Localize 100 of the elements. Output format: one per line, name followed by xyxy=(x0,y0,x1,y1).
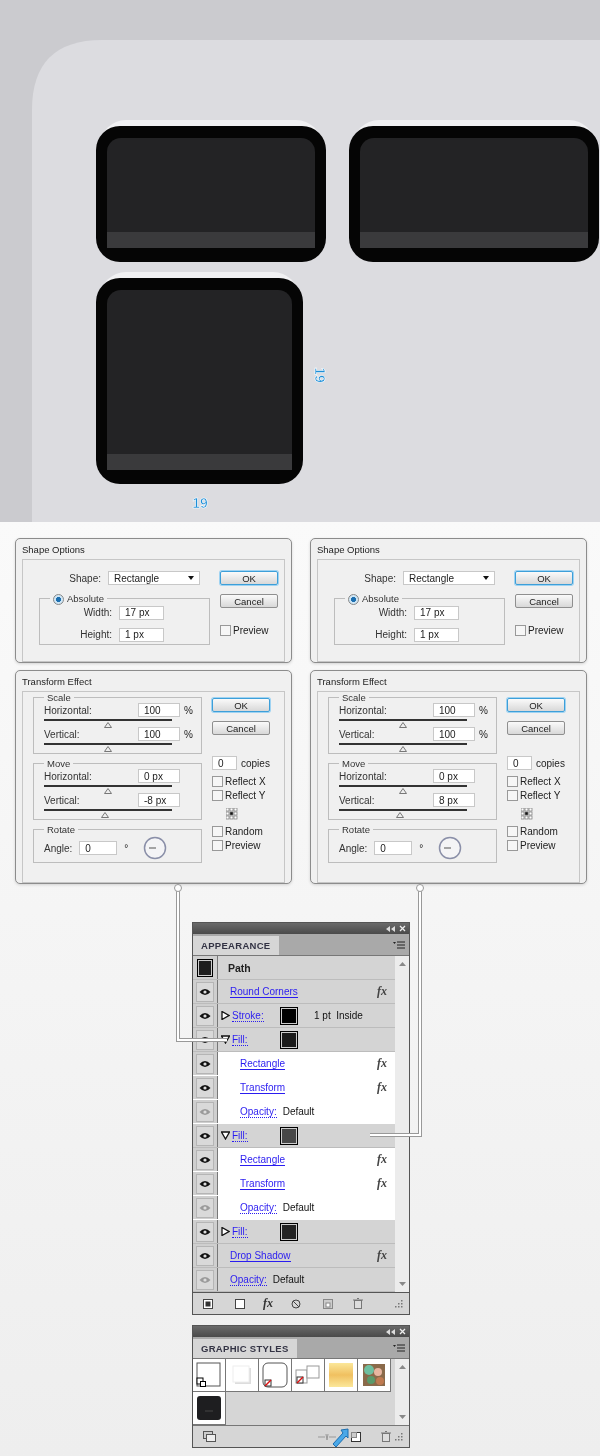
ok-button[interactable]: OK xyxy=(220,571,278,585)
cancel-button[interactable]: Cancel xyxy=(212,721,270,735)
attribute-link[interactable]: Stroke: xyxy=(232,1009,264,1022)
style-swatch[interactable] xyxy=(325,1359,358,1392)
input-field[interactable]: 0 px xyxy=(138,769,180,783)
scroll-down-icon[interactable] xyxy=(398,1282,406,1286)
eye-icon[interactable] xyxy=(199,1083,211,1092)
attribute-link[interactable]: Opacity: xyxy=(240,1105,277,1118)
eye-icon[interactable] xyxy=(199,1131,211,1140)
style-swatch[interactable] xyxy=(358,1359,391,1392)
add-fill-icon[interactable] xyxy=(235,1298,245,1309)
cancel-button[interactable]: Cancel xyxy=(507,721,565,735)
scroll-up-icon[interactable] xyxy=(398,1365,406,1369)
collapse-icon[interactable] xyxy=(386,925,395,932)
style-swatch[interactable] xyxy=(259,1359,292,1392)
scroll-up-icon[interactable] xyxy=(398,962,406,966)
collapse-triangle-icon[interactable] xyxy=(221,1131,230,1140)
attribute-link[interactable]: Opacity: xyxy=(240,1201,277,1214)
color-swatch[interactable] xyxy=(280,1030,298,1049)
angle-dial[interactable] xyxy=(438,836,463,860)
checkbox[interactable]: Reflect X xyxy=(212,776,274,787)
collapse-icon[interactable] xyxy=(386,1328,395,1335)
ok-button[interactable]: OK xyxy=(507,698,565,712)
reference-point-icon[interactable] xyxy=(521,808,533,820)
effect-link[interactable]: Round Corners xyxy=(230,985,298,998)
checkbox[interactable]: Random xyxy=(507,826,569,837)
eye-icon[interactable] xyxy=(199,1011,211,1020)
style-swatch[interactable] xyxy=(193,1392,226,1425)
attribute-link[interactable]: Fill: xyxy=(232,1033,248,1046)
panel-tab[interactable]: GRAPHIC STYLES xyxy=(193,1339,297,1358)
effect-link[interactable]: Rectangle xyxy=(240,1057,286,1070)
new-style-icon[interactable] xyxy=(351,1431,361,1442)
effect-link[interactable]: Transform xyxy=(240,1081,286,1094)
eye-icon[interactable] xyxy=(199,1179,211,1188)
color-swatch[interactable] xyxy=(280,1006,298,1025)
input-field[interactable]: 8 px xyxy=(433,793,475,807)
duplicate-icon[interactable] xyxy=(323,1298,333,1309)
scroll-down-icon[interactable] xyxy=(398,1415,406,1419)
eye-icon[interactable] xyxy=(199,987,211,996)
reference-point-icon[interactable] xyxy=(226,808,238,820)
effect-link[interactable]: Drop Shadow xyxy=(230,1249,291,1262)
input-field[interactable]: 100 xyxy=(138,703,180,717)
input-field[interactable]: 0 xyxy=(212,756,237,770)
input-field[interactable]: 100 xyxy=(433,703,475,717)
eye-icon[interactable] xyxy=(199,1059,211,1068)
style-swatch[interactable] xyxy=(292,1359,325,1392)
shape-dropdown[interactable]: Rectangle xyxy=(403,571,495,585)
panel-tab[interactable]: APPEARANCE xyxy=(193,936,279,955)
clear-icon[interactable] xyxy=(291,1298,301,1309)
expand-triangle-icon[interactable] xyxy=(221,1227,230,1236)
checkbox[interactable]: Preview xyxy=(212,840,274,851)
effect-link[interactable]: Transform xyxy=(240,1177,286,1190)
eye-icon[interactable] xyxy=(199,1227,211,1236)
input-field[interactable]: 17 px xyxy=(414,606,459,620)
effect-link[interactable]: Rectangle xyxy=(240,1153,286,1166)
angle-dial[interactable] xyxy=(143,836,168,860)
radio-button[interactable]: Absolute xyxy=(345,593,402,605)
color-swatch[interactable] xyxy=(280,1222,298,1241)
checkbox[interactable]: Preview xyxy=(220,625,278,636)
eye-icon[interactable] xyxy=(199,1155,211,1164)
input-field[interactable]: 1 px xyxy=(119,628,164,642)
shape-dropdown[interactable]: Rectangle xyxy=(108,571,200,585)
collapse-triangle-icon[interactable] xyxy=(221,1035,230,1044)
checkbox[interactable]: Reflect X xyxy=(507,776,569,787)
checkbox[interactable]: Reflect Y xyxy=(212,790,274,801)
checkbox[interactable]: Preview xyxy=(507,840,569,851)
input-field[interactable]: 0 xyxy=(374,841,413,855)
input-field[interactable]: 100 xyxy=(138,727,180,741)
attribute-link[interactable]: Fill: xyxy=(232,1129,248,1142)
expand-triangle-icon[interactable] xyxy=(221,1011,230,1020)
color-swatch[interactable] xyxy=(280,1126,298,1145)
close-icon[interactable] xyxy=(399,1328,406,1335)
style-swatch[interactable] xyxy=(193,1359,226,1392)
eye-icon[interactable] xyxy=(199,1251,211,1260)
menu-icon[interactable] xyxy=(393,941,405,949)
input-field[interactable]: 0 px xyxy=(433,769,475,783)
ok-button[interactable]: OK xyxy=(515,571,573,585)
ok-button[interactable]: OK xyxy=(212,698,270,712)
trash-icon[interactable] xyxy=(353,1298,363,1309)
cancel-button[interactable]: Cancel xyxy=(220,594,278,608)
attribute-link[interactable]: Opacity: xyxy=(230,1273,267,1286)
checkbox[interactable]: Random xyxy=(212,826,274,837)
checkbox[interactable]: Reflect Y xyxy=(507,790,569,801)
resize-grip-icon[interactable] xyxy=(395,1432,403,1441)
input-field[interactable]: 0 xyxy=(507,756,532,770)
style-swatch[interactable] xyxy=(226,1359,259,1392)
input-field[interactable]: 100 xyxy=(433,727,475,741)
radio-button[interactable]: Absolute xyxy=(50,593,107,605)
checkbox[interactable]: Preview xyxy=(515,625,573,636)
input-field[interactable]: 0 xyxy=(79,841,118,855)
close-icon[interactable] xyxy=(399,925,406,932)
menu-icon[interactable] xyxy=(393,1344,405,1352)
add-stroke-icon[interactable] xyxy=(203,1298,213,1309)
color-swatch[interactable] xyxy=(197,958,213,977)
attribute-link[interactable]: Fill: xyxy=(232,1225,248,1238)
library-icon[interactable] xyxy=(203,1430,217,1443)
add-effect-button[interactable]: fx xyxy=(263,1296,273,1311)
cancel-button[interactable]: Cancel xyxy=(515,594,573,608)
input-field[interactable]: 1 px xyxy=(414,628,459,642)
input-field[interactable]: 17 px xyxy=(119,606,164,620)
